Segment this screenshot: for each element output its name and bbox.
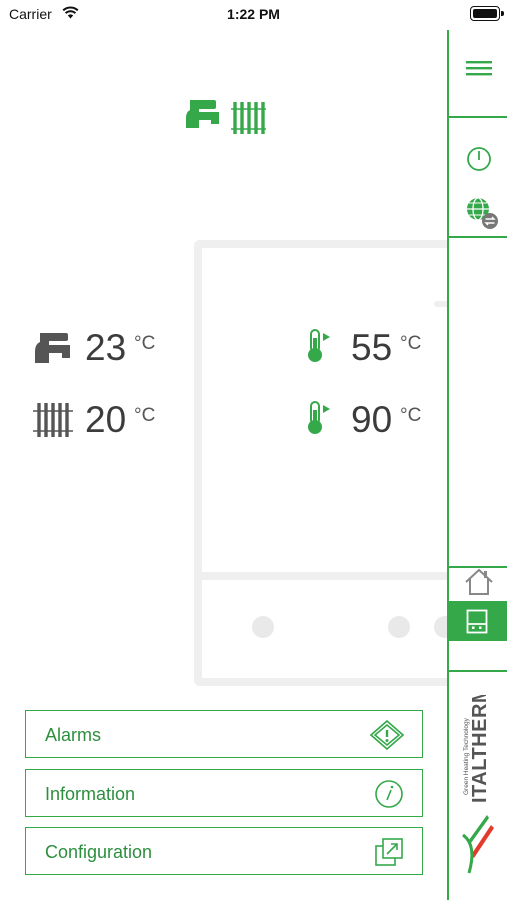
italtherm-logo: ITALTHERM Green Heating Technology: [462, 695, 494, 874]
boiler-outline: [194, 240, 456, 686]
configuration-button[interactable]: Configuration: [25, 827, 423, 875]
globe-switch-icon[interactable]: [465, 196, 499, 230]
boiler-panel-tab[interactable]: [447, 601, 507, 641]
alarms-button[interactable]: Alarms: [25, 710, 423, 758]
configuration-icon: [375, 838, 403, 866]
power-icon[interactable]: [466, 146, 492, 172]
svg-text:Green Heating Technology: Green Heating Technology: [463, 717, 470, 795]
alarm-warning-icon: [370, 720, 404, 750]
dhw-value: 23: [85, 327, 127, 368]
heating-temperature: 20 °C: [32, 397, 172, 447]
temperature-1-value: 55: [351, 327, 393, 368]
sidebar-divider: [449, 116, 507, 118]
heating-value: 20: [85, 399, 127, 440]
temperature-reading-2: 90 °C: [306, 397, 436, 447]
temperature-reading-1: 55 °C: [306, 325, 436, 375]
hamburger-menu-icon[interactable]: [466, 60, 492, 76]
boiler-panel-icon: [466, 609, 488, 634]
heating-unit: °C: [134, 405, 156, 426]
dhw-temperature: 23 °C: [34, 325, 174, 375]
tap-radiator-mode-icon: [186, 100, 266, 134]
alarms-label: Alarms: [45, 725, 102, 745]
home-icon[interactable]: [464, 568, 494, 596]
status-bar: Carrier 1:22 PM: [0, 0, 507, 30]
temperature-1-unit: °C: [400, 333, 422, 354]
sidebar: ITALTHERM Green Heating Technology: [447, 30, 507, 900]
thermometer-icon: [308, 401, 330, 434]
temperature-2-unit: °C: [400, 405, 422, 426]
boiler-knob: [388, 616, 410, 638]
configuration-label: Configuration: [45, 842, 153, 862]
thermometer-icon: [308, 329, 330, 362]
boiler-knob: [252, 616, 274, 638]
main-panel: 23 °C 20 °C 55 °C 90 °C Alarms Informati…: [0, 30, 456, 900]
temperature-2-value: 90: [351, 399, 393, 440]
tap-icon: [35, 333, 70, 363]
info-icon: [375, 780, 403, 808]
sidebar-divider: [449, 236, 507, 238]
status-time: 1:22 PM: [227, 6, 280, 22]
dhw-unit: °C: [134, 333, 156, 354]
battery-icon: [470, 6, 504, 21]
sidebar-divider: [449, 670, 507, 672]
information-label: Information: [45, 784, 136, 804]
boiler-divider: [202, 572, 456, 580]
information-button[interactable]: Information: [25, 769, 423, 817]
radiator-icon: [33, 403, 73, 437]
svg-text:ITALTHERM: ITALTHERM: [469, 695, 491, 803]
